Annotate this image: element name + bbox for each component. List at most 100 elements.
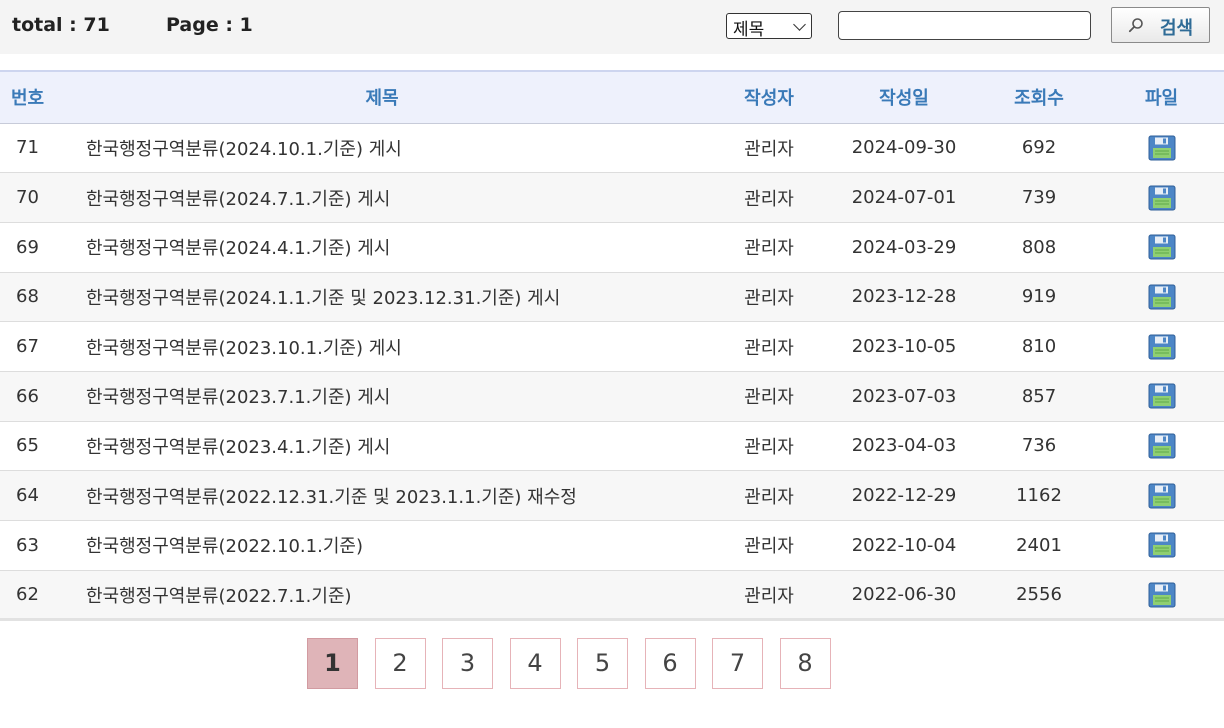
row-file-cell — [1099, 470, 1224, 521]
page-link-4[interactable]: 4 — [509, 638, 561, 689]
search-button[interactable]: 검색 — [1111, 7, 1210, 43]
table-row[interactable]: 63 한국행정구역분류(2022.10.1.기준) 관리자 2022-10-04 240… — [0, 520, 1224, 571]
row-number: 69 — [0, 222, 55, 273]
page-link-1[interactable]: 1 — [307, 638, 358, 689]
floppy-disk-icon[interactable] — [1148, 532, 1176, 558]
row-file-cell — [1099, 421, 1224, 472]
column-header-title: 제목 — [55, 70, 709, 124]
table-row[interactable]: 71 한국행정구역분류(2024.10.1.기준) 게시 관리자 2024-09-30… — [0, 123, 1224, 174]
floppy-disk-icon[interactable] — [1148, 383, 1176, 409]
row-number: 67 — [0, 321, 55, 372]
row-number: 66 — [0, 371, 55, 422]
row-number: 70 — [0, 172, 55, 223]
row-author: 관리자 — [709, 570, 829, 622]
row-file-cell — [1099, 272, 1224, 323]
table-row[interactable]: 66 한국행정구역분류(2023.7.1.기준) 게시 관리자 2023-07-03 8… — [0, 371, 1224, 422]
floppy-disk-icon[interactable] — [1148, 185, 1176, 211]
column-header-author: 작성자 — [709, 70, 829, 124]
row-number: 65 — [0, 421, 55, 472]
column-header-date: 작성일 — [829, 70, 979, 124]
row-views: 808 — [979, 222, 1099, 273]
row-views: 810 — [979, 321, 1099, 372]
row-number: 62 — [0, 570, 55, 622]
table-row[interactable]: 69 한국행정구역분류(2024.4.1.기준) 게시 관리자 2024-03-29 8… — [0, 222, 1224, 273]
row-file-cell — [1099, 570, 1224, 622]
page-link-7[interactable]: 7 — [712, 638, 763, 689]
board-toolbar: total : 71 Page : 1 제목 검색 — [0, 0, 1224, 54]
floppy-disk-icon[interactable] — [1148, 135, 1176, 161]
row-date: 2022-06-30 — [829, 570, 979, 622]
post-title-link[interactable]: 한국행정구역분류(2022.7.1.기준) — [55, 570, 709, 622]
chevron-down-icon — [793, 18, 806, 31]
row-file-cell — [1099, 123, 1224, 174]
table-row[interactable]: 68 한국행정구역분류(2024.1.1.기준 및 2023.12.31.기준) … — [0, 272, 1224, 323]
row-views: 739 — [979, 172, 1099, 223]
row-views: 857 — [979, 371, 1099, 422]
total-count: total : 71 — [12, 14, 110, 36]
table-row[interactable]: 64 한국행정구역분류(2022.12.31.기준 및 2023.1.1.기준) … — [0, 470, 1224, 521]
search-button-label: 검색 — [1160, 18, 1194, 39]
post-title-link[interactable]: 한국행정구역분류(2023.10.1.기준) 게시 — [55, 321, 709, 372]
row-date: 2024-07-01 — [829, 172, 979, 223]
post-title-link[interactable]: 한국행정구역분류(2024.10.1.기준) 게시 — [55, 123, 709, 174]
post-title-link[interactable]: 한국행정구역분류(2024.4.1.기준) 게시 — [55, 222, 709, 273]
post-title-link[interactable]: 한국행정구역분류(2024.7.1.기준) 게시 — [55, 172, 709, 223]
post-title-link[interactable]: 한국행정구역분류(2023.4.1.기준) 게시 — [55, 421, 709, 472]
table-row[interactable]: 65 한국행정구역분류(2023.4.1.기준) 게시 관리자 2023-04-03 7… — [0, 421, 1224, 472]
table-header-row: 번호 제목 작성자 작성일 조회수 파일 — [0, 70, 1224, 124]
table-row[interactable]: 62 한국행정구역분류(2022.7.1.기준) 관리자 2022-06-30 2556 — [0, 570, 1224, 622]
floppy-disk-icon[interactable] — [1148, 284, 1176, 310]
row-date: 2024-03-29 — [829, 222, 979, 273]
table-row[interactable]: 70 한국행정구역분류(2024.7.1.기준) 게시 관리자 2024-07-01 7… — [0, 172, 1224, 223]
row-number: 64 — [0, 470, 55, 521]
post-title-link[interactable]: 한국행정구역분류(2024.1.1.기준 및 2023.12.31.기준) 게시 — [55, 272, 709, 323]
page-link-2[interactable]: 2 — [374, 638, 426, 689]
row-views: 2401 — [979, 520, 1099, 571]
search-input[interactable] — [838, 11, 1091, 40]
row-author: 관리자 — [709, 371, 829, 422]
post-title-link[interactable]: 한국행정구역분류(2023.7.1.기준) 게시 — [55, 371, 709, 422]
row-author: 관리자 — [709, 272, 829, 323]
table-row[interactable]: 67 한국행정구역분류(2023.10.1.기준) 게시 관리자 2023-10-05… — [0, 321, 1224, 372]
row-file-cell — [1099, 321, 1224, 372]
page-link-6[interactable]: 6 — [644, 638, 696, 689]
floppy-disk-icon[interactable] — [1148, 483, 1176, 509]
row-author: 관리자 — [709, 520, 829, 571]
page-link-8[interactable]: 8 — [779, 638, 831, 689]
floppy-disk-icon[interactable] — [1148, 334, 1176, 360]
row-author: 관리자 — [709, 123, 829, 174]
row-file-cell — [1099, 371, 1224, 422]
post-title-link[interactable]: 한국행정구역분류(2022.12.31.기준 및 2023.1.1.기준) 재수… — [55, 470, 709, 521]
row-views: 919 — [979, 272, 1099, 323]
floppy-disk-icon[interactable] — [1148, 582, 1176, 608]
board-table: 번호 제목 작성자 작성일 조회수 파일 71 한국행정구역분류(2024.10.… — [0, 70, 1224, 622]
board-rows: 71 한국행정구역분류(2024.10.1.기준) 게시 관리자 2024-09-30… — [0, 123, 1224, 622]
page-link-5[interactable]: 5 — [577, 638, 628, 689]
post-title-link[interactable]: 한국행정구역분류(2022.10.1.기준) — [55, 520, 709, 571]
search-field-select[interactable]: 제목 — [726, 13, 812, 40]
row-date: 2023-10-05 — [829, 321, 979, 372]
row-number: 68 — [0, 272, 55, 323]
column-header-file: 파일 — [1099, 70, 1224, 124]
row-views: 2556 — [979, 570, 1099, 622]
row-author: 관리자 — [709, 321, 829, 372]
row-views: 1162 — [979, 470, 1099, 521]
row-date: 2022-10-04 — [829, 520, 979, 571]
page-link-3[interactable]: 3 — [442, 638, 493, 689]
row-author: 관리자 — [709, 421, 829, 472]
row-date: 2023-07-03 — [829, 371, 979, 422]
row-file-cell — [1099, 222, 1224, 273]
row-number: 71 — [0, 123, 55, 174]
search-field-selected-value: 제목 — [733, 20, 765, 40]
row-date: 2023-04-03 — [829, 421, 979, 472]
row-author: 관리자 — [709, 172, 829, 223]
row-date: 2022-12-29 — [829, 470, 979, 521]
row-views: 736 — [979, 421, 1099, 472]
row-date: 2023-12-28 — [829, 272, 979, 323]
search-icon — [1128, 18, 1143, 33]
floppy-disk-icon[interactable] — [1148, 234, 1176, 260]
row-author: 관리자 — [709, 222, 829, 273]
floppy-disk-icon[interactable] — [1148, 433, 1176, 459]
row-date: 2024-09-30 — [829, 123, 979, 174]
pagination: 12345678 — [0, 638, 1224, 690]
